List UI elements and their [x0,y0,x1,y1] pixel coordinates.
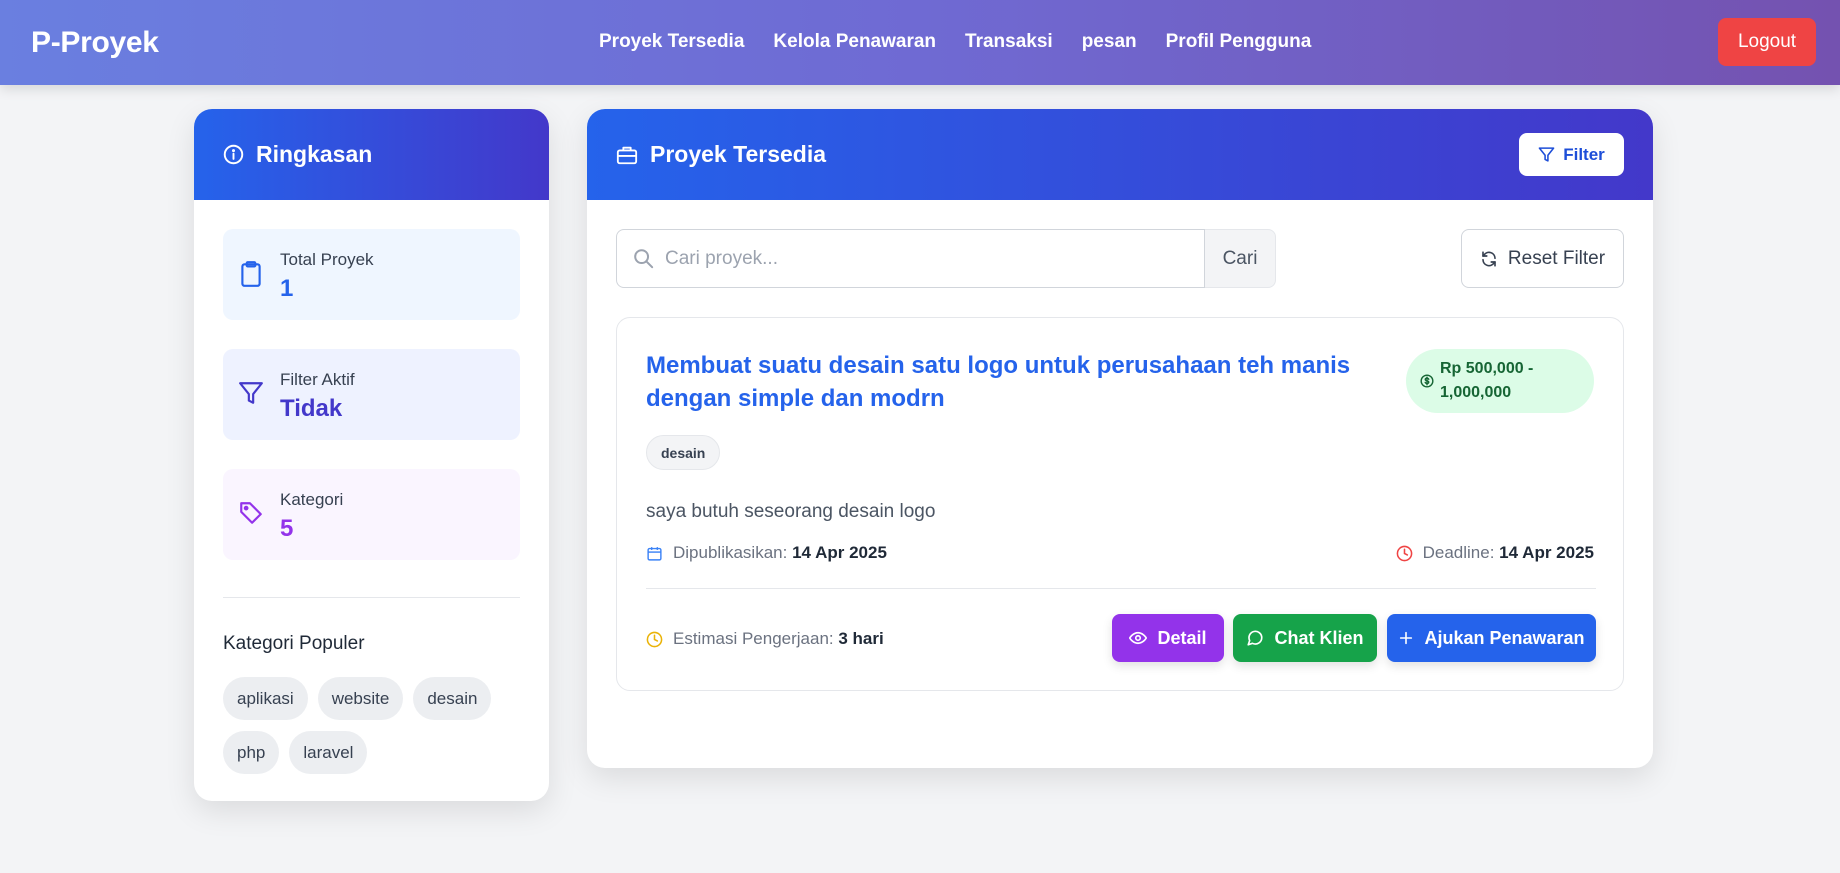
nav-link-kelola-penawaran[interactable]: Kelola Penawaran [773,31,936,53]
search-input[interactable] [665,230,1195,287]
briefcase-icon [616,144,638,166]
projects-card: Proyek Tersedia Filter Cari Reset Filter [587,109,1653,768]
detail-button[interactable]: Detail [1112,614,1224,662]
stat-label: Total Proyek [280,250,374,269]
plus-icon [1398,630,1414,646]
popular-categories-list: aplikasi website desain php laravel [223,677,523,774]
divider [223,597,520,598]
detail-button-label: Detail [1157,627,1207,648]
project-title[interactable]: Membuat suatu desain satu logo untuk per… [646,349,1366,415]
reset-filter-button[interactable]: Reset Filter [1461,229,1624,288]
stat-label: Kategori [280,490,344,509]
category-chip-aplikasi[interactable]: aplikasi [223,677,308,720]
brand-logo[interactable]: P-Proyek [31,26,159,60]
budget-value: Rp 500,000 - 1,000,000 [1440,360,1534,401]
stat-value: 1 [280,275,294,302]
stat-value: Tidak [280,395,343,422]
published-label: Dipublikasikan: [673,543,788,562]
clock-icon [1396,545,1413,562]
money-icon [1420,374,1434,388]
chat-client-label: Chat Klien [1274,627,1364,648]
estimate: Estimasi Pengerjaan: 3 hari [646,629,884,649]
refresh-icon [1480,250,1498,268]
search-button[interactable]: Cari [1205,229,1276,288]
stat-label: Filter Aktif [280,370,355,389]
projects-header: Proyek Tersedia Filter [587,109,1653,200]
projects-title: Proyek Tersedia [650,141,827,167]
deadline-date: Deadline: 14 Apr 2025 [1396,543,1594,563]
filter-button[interactable]: Filter [1519,133,1624,176]
stat-value: 5 [280,515,294,542]
chat-icon [1246,629,1264,647]
eye-icon [1129,629,1148,647]
category-chip-php[interactable]: php [223,731,280,774]
submit-offer-button[interactable]: Ajukan Penawaran [1387,614,1596,662]
popular-categories-title: Kategori Populer [223,633,365,654]
summary-card: Ringkasan Total Proyek 1 Filter Aktif Ti… [194,109,549,801]
nav-link-proyek-tersedia[interactable]: Proyek Tersedia [599,31,744,53]
chat-client-button[interactable]: Chat Klien [1233,614,1377,662]
deadline-label: Deadline: [1422,543,1495,562]
category-chip-website[interactable]: website [317,677,404,720]
filter-icon [1538,146,1555,163]
nav-link-profil-pengguna[interactable]: Profil Pengguna [1166,31,1312,53]
budget-badge: Rp 500,000 - 1,000,000 [1406,349,1594,413]
filter-icon [238,380,264,406]
nav-link-pesan[interactable]: pesan [1082,31,1137,53]
summary-header: Ringkasan [194,109,549,200]
search-box [616,229,1205,288]
stat-filter-aktif: Filter Aktif Tidak [223,349,520,440]
nav-links: Proyek Tersedia Kelola Penawaran Transak… [599,31,1311,53]
project-description: saya butuh seseorang desain logo [646,501,936,522]
stat-total-proyek: Total Proyek 1 [223,229,520,320]
clipboard-icon [238,260,264,288]
nav-link-transaksi[interactable]: Transaksi [965,31,1053,53]
summary-title: Ringkasan [256,141,373,167]
deadline-value: 14 Apr 2025 [1499,543,1594,562]
project-card: Membuat suatu desain satu logo untuk per… [616,317,1624,691]
estimate-label: Estimasi Pengerjaan: [673,629,834,648]
logout-button[interactable]: Logout [1718,18,1816,66]
stat-kategori: Kategori 5 [223,469,520,560]
category-chip-desain[interactable]: desain [413,677,492,720]
submit-offer-label: Ajukan Penawaran [1424,627,1585,648]
filter-button-label: Filter [1563,144,1605,164]
estimate-value: 3 hari [838,629,884,648]
tag-icon [238,500,264,526]
divider [646,588,1596,589]
published-value: 14 Apr 2025 [792,543,887,562]
info-icon [223,144,244,165]
navbar: P-Proyek Proyek Tersedia Kelola Penawara… [0,0,1840,85]
clock-icon [646,631,663,648]
published-date: Dipublikasikan: 14 Apr 2025 [646,543,887,563]
category-chip-laravel[interactable]: laravel [289,731,368,774]
calendar-icon [646,545,663,562]
search-icon [632,247,654,269]
reset-filter-label: Reset Filter [1507,247,1606,269]
project-tag: desain [646,435,721,470]
